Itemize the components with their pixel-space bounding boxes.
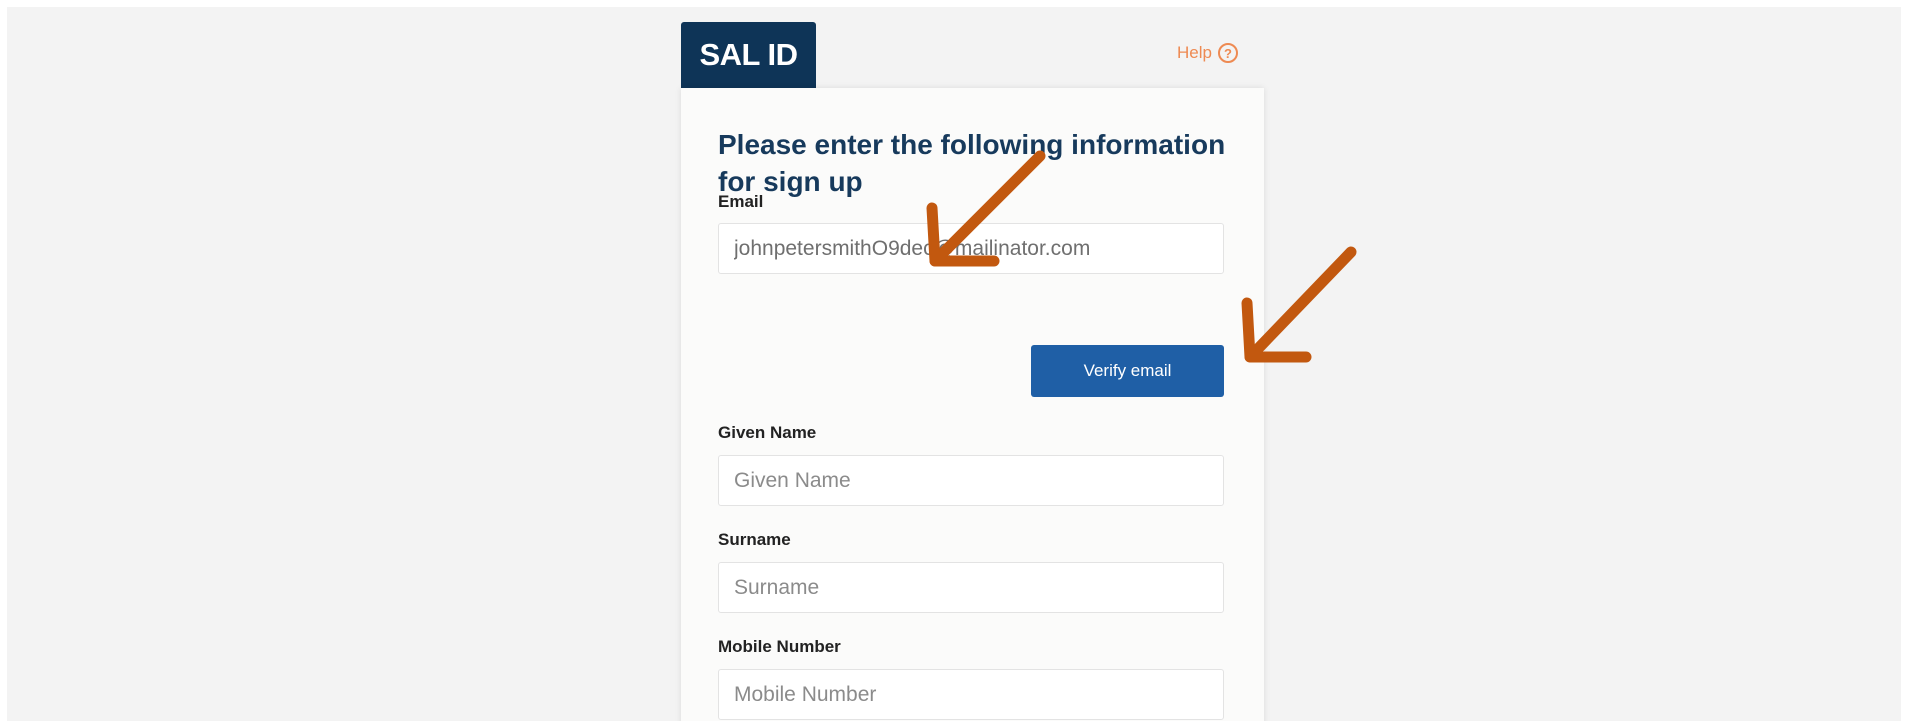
page-title: Please enter the following information f… — [718, 129, 1226, 197]
surname-field[interactable] — [718, 562, 1224, 613]
signup-card: Please enter the following information f… — [681, 88, 1264, 721]
given-name-label: Given Name — [718, 423, 817, 442]
logo-text: SAL ID — [699, 37, 798, 72]
email-label: Email — [718, 192, 764, 211]
sal-id-logo: SAL ID — [681, 22, 816, 88]
mobile-number-label: Mobile Number — [718, 637, 841, 656]
surname-label: Surname — [718, 530, 791, 549]
given-name-field[interactable] — [718, 455, 1224, 506]
verify-email-button[interactable]: Verify email — [1031, 345, 1224, 397]
page-background: SAL ID Help ? Please enter the following… — [7, 7, 1901, 721]
help-label: Help — [1177, 43, 1212, 62]
help-link[interactable]: Help ? — [1177, 43, 1238, 63]
question-circle-icon: ? — [1217, 43, 1238, 63]
email-field[interactable] — [718, 223, 1224, 274]
mobile-number-field[interactable] — [718, 669, 1224, 720]
